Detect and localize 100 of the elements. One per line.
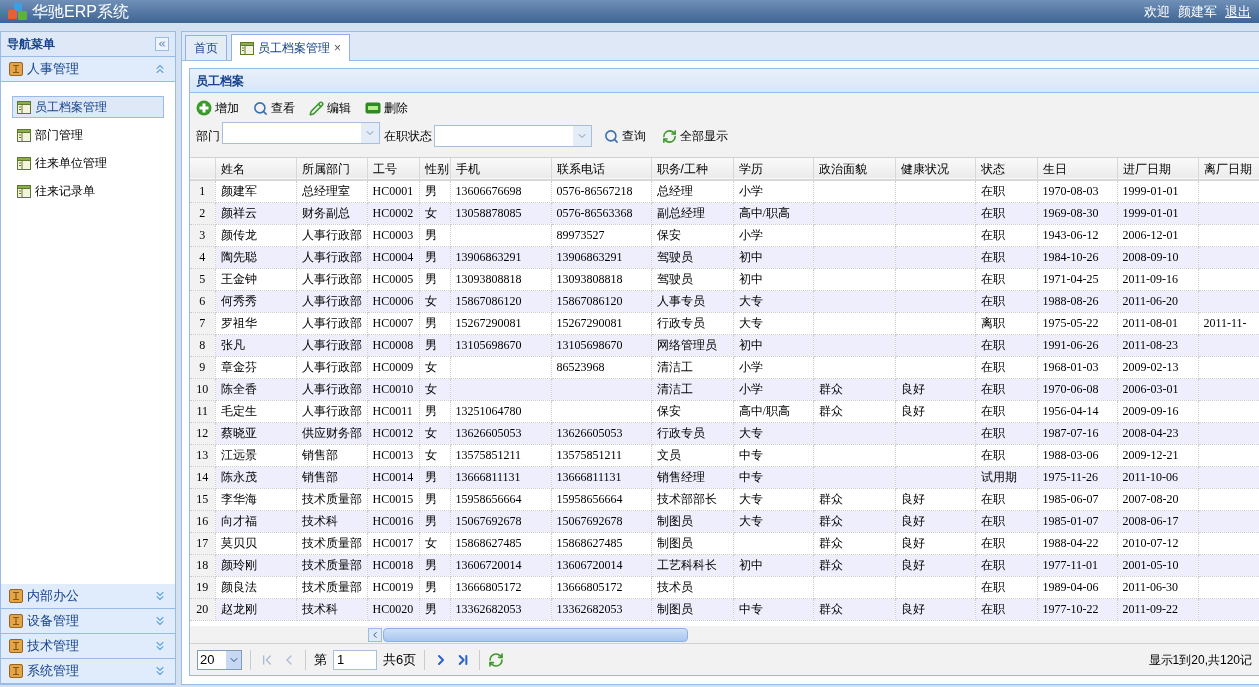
column-header[interactable]: 性别 xyxy=(419,158,450,180)
table-cell: 工艺科科长 xyxy=(651,554,733,576)
table-cell: 男 xyxy=(419,488,450,510)
table-row[interactable]: 9 章金芬 人事行政部 HC0009 女 86523968 清洁工 小学 在职 1968-01-03 2009-02-13 xyxy=(190,356,1259,378)
table-row[interactable]: 5 王金钟 人事行政部 HC0005 男 13093808818 13093808818 驾驶员 初中 在职 1971-04-25 2011-09-16 xyxy=(190,268,1259,290)
table-cell: 行政专员 xyxy=(651,422,733,444)
table-cell: 江远景 xyxy=(215,444,296,466)
column-header[interactable]: 工号 xyxy=(367,158,419,180)
tab[interactable]: 员工档案管理 × xyxy=(231,34,350,61)
table-cell: 女 xyxy=(419,444,450,466)
tab[interactable]: 首页 xyxy=(185,35,227,60)
table-row[interactable]: 4 陶先聪 人事行政部 HC0004 男 13906863291 13906863291 驾驶员 初中 在职 1984-10-26 2008-09-10 xyxy=(190,246,1259,268)
column-header[interactable]: 所属部门 xyxy=(296,158,367,180)
row-number: 2 xyxy=(190,202,215,224)
column-header[interactable]: 联系电话 xyxy=(551,158,651,180)
table-cell: 13666805172 xyxy=(551,576,651,598)
double-left-icon xyxy=(157,39,167,49)
filter-button[interactable]: 全部显示 xyxy=(662,127,728,145)
table-row[interactable]: 7 罗祖华 人事行政部 HC0007 男 15267290081 15267290081 行政专员 大专 离职 1975-05-22 2011-08-01 2011-11- xyxy=(190,312,1259,334)
box-icon xyxy=(9,589,23,603)
nav-item[interactable]: 往来记录单 xyxy=(12,180,164,202)
column-header[interactable]: 健康状况 xyxy=(895,158,975,180)
table-row[interactable]: 14 陈永茂 销售部 HC0014 男 13666811131 13666811131 销售经理 中专 试用期 1975-11-26 2011-10-06 xyxy=(190,466,1259,488)
table-cell: 1988-04-22 xyxy=(1037,532,1117,554)
table-row[interactable]: 2 颜祥云 财务副总 HC0002 女 13058878085 0576-86563368 副总经理 高中/职高 在职 1969-08-30 1999-01-01 xyxy=(190,202,1259,224)
table-row[interactable]: 19 颜良法 技术质量部 HC0019 男 13666805172 13666805172 技术员 在职 1989-04-06 2011-06-30 xyxy=(190,576,1259,598)
table-row[interactable]: 15 李华海 技术质量部 HC0015 男 15958656664 15958656664 技术部部长 大专 群众 良好 在职 1985-06-07 2007-08-20 xyxy=(190,488,1259,510)
nav-item[interactable]: 部门管理 xyxy=(12,124,164,146)
column-header[interactable]: 职务/工种 xyxy=(651,158,733,180)
table-cell: 王金钟 xyxy=(215,268,296,290)
toolbar-button[interactable]: 增加 xyxy=(196,99,239,117)
table-cell: 15867086120 xyxy=(450,290,551,312)
table-cell: 总经理 xyxy=(651,180,733,202)
table-cell: 制图员 xyxy=(651,532,733,554)
table-cell: 在职 xyxy=(975,268,1037,290)
table-cell: 13626605053 xyxy=(450,422,551,444)
filter-dropdown[interactable] xyxy=(434,125,592,147)
table-row[interactable]: 11 毛定生 人事行政部 HC0011 男 13251064780 保安 高中/职高 群众 良好 在职 1956-04-14 2009-09-16 xyxy=(190,400,1259,422)
horizontal-scrollbar[interactable] xyxy=(368,627,688,642)
table-cell: 人事行政部 xyxy=(296,290,367,312)
toolbar-button[interactable]: 删除 xyxy=(365,99,408,117)
table-row[interactable]: 16 向才福 技术科 HC0016 男 15067692678 15067692678 制图员 大专 群众 良好 在职 1985-01-07 2008-06-17 xyxy=(190,510,1259,532)
table-cell: 总经理室 xyxy=(296,180,367,202)
column-header[interactable]: 手机 xyxy=(450,158,551,180)
table-row[interactable]: 18 颜玲刚 技术质量部 HC0018 男 13606720014 13606720014 工艺科科长 初中 群众 良好 在职 1977-11-01 2001-05-10 xyxy=(190,554,1259,576)
table-cell: 技术质量部 xyxy=(296,532,367,554)
column-header[interactable]: 离厂日期 xyxy=(1198,158,1259,180)
nav-item[interactable]: 员工档案管理 xyxy=(12,96,164,118)
accordion-header[interactable]: 内部办公 xyxy=(1,584,175,609)
welcome-text: 欢迎 xyxy=(1144,2,1170,21)
refresh-icon[interactable] xyxy=(488,651,505,668)
toolbar-button[interactable]: 编辑 xyxy=(309,99,351,117)
column-header[interactable]: 状态 xyxy=(975,158,1037,180)
table-cell: 13105698670 xyxy=(551,334,651,356)
table-row[interactable]: 3 颜传龙 人事行政部 HC0003 男 89973527 保安 小学 在职 1943-06-12 2006-12-01 xyxy=(190,224,1259,246)
table-cell: 在职 xyxy=(975,334,1037,356)
scroll-left-icon[interactable] xyxy=(370,629,380,640)
row-number: 3 xyxy=(190,224,215,246)
table-cell: HC0015 xyxy=(367,488,419,510)
accordion-header[interactable]: 技术管理 xyxy=(1,634,175,659)
column-header[interactable]: 生日 xyxy=(1037,158,1117,180)
logout-link[interactable]: 退出 xyxy=(1225,1,1251,22)
table-cell: 罗祖华 xyxy=(215,312,296,334)
table-cell: 13666805172 xyxy=(450,576,551,598)
page-size-select[interactable]: 20 xyxy=(197,649,242,670)
table-row[interactable]: 12 蔡晓亚 供应财务部 HC0012 女 13626605053 13626605053 行政专员 大专 在职 1987-07-16 2008-04-23 xyxy=(190,422,1259,444)
table-row[interactable]: 1 颜建军 总经理室 HC0001 男 13606676698 0576-86567218 总经理 小学 在职 1970-08-03 1999-01-01 xyxy=(190,180,1259,202)
table-row[interactable]: 10 陈全香 人事行政部 HC0010 女 清洁工 小学 群众 良好 在职 1970-06-08 2006-03-01 xyxy=(190,378,1259,400)
table-cell: 男 xyxy=(419,400,450,422)
page-field[interactable]: 1 xyxy=(333,649,377,670)
table-cell: 男 xyxy=(419,510,450,532)
table-cell: 人事行政部 xyxy=(296,356,367,378)
table-row[interactable]: 17 莫贝贝 技术质量部 HC0017 女 15868627485 15868627485 制图员 群众 良好 在职 1988-04-22 2010-07-12 xyxy=(190,532,1259,554)
table-row[interactable]: 20 赵龙刚 技术科 HC0020 男 13362682053 13362682053 制图员 中专 群众 良好 在职 1977-10-22 2011-09-22 xyxy=(190,598,1259,620)
table-row[interactable]: 13 江远景 销售部 HC0013 女 13575851211 13575851211 文员 中专 在职 1988-03-06 2009-12-21 xyxy=(190,444,1259,466)
column-header[interactable]: 进厂日期 xyxy=(1117,158,1198,180)
accordion-header[interactable]: 人事管理 xyxy=(1,57,175,82)
table-row[interactable]: 8 张凡 人事行政部 HC0008 男 13105698670 13105698670 网络管理员 初中 在职 1991-06-26 2011-08-23 xyxy=(190,334,1259,356)
row-number: 10 xyxy=(190,378,215,400)
nav-item[interactable]: 往来单位管理 xyxy=(12,152,164,174)
table-row[interactable]: 6 何秀秀 人事行政部 HC0006 女 15867086120 15867086120 人事专员 大专 在职 1988-08-26 2011-06-20 xyxy=(190,290,1259,312)
filter-button[interactable]: 查询 xyxy=(604,127,646,145)
table-cell: 2007-08-20 xyxy=(1117,488,1198,510)
filter-dropdown[interactable] xyxy=(222,122,380,144)
accordion-header[interactable]: 设备管理 xyxy=(1,609,175,634)
column-header[interactable]: 政治面貌 xyxy=(813,158,895,180)
table-cell: 1970-06-08 xyxy=(1037,378,1117,400)
accordion-header[interactable]: 系统管理 xyxy=(1,659,175,684)
nav-item-label: 员工档案管理 xyxy=(35,99,107,116)
tab-label: 员工档案管理 xyxy=(258,40,330,57)
table-cell: 网络管理员 xyxy=(651,334,733,356)
tab-close[interactable]: × xyxy=(334,39,341,57)
table-cell: 颜良法 xyxy=(215,576,296,598)
toolbar-button[interactable]: 查看 xyxy=(253,99,295,117)
collapse-sidebar-button[interactable] xyxy=(155,37,169,51)
column-header[interactable]: 学历 xyxy=(733,158,813,180)
table-cell: 在职 xyxy=(975,576,1037,598)
column-header[interactable]: 姓名 xyxy=(215,158,296,180)
table-cell: 赵龙刚 xyxy=(215,598,296,620)
table-cell: 在职 xyxy=(975,400,1037,422)
